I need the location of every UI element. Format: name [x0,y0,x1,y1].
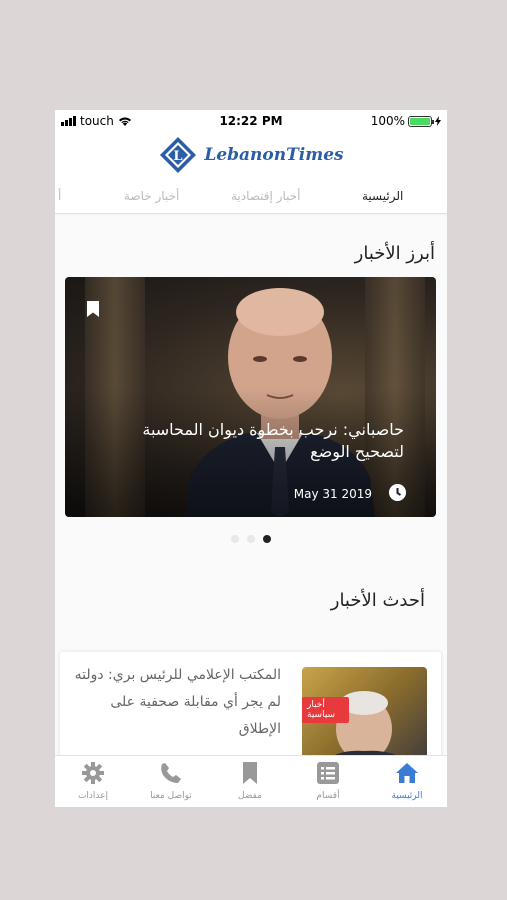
battery-icon [408,115,434,127]
featured-headline[interactable]: حاصباني: نرحب بخطوة ديوان المحاسبة لتصحي… [94,419,404,463]
phone-icon [161,763,181,783]
bookmark-icon [243,762,257,784]
nav-favorites-label: مفضل [238,791,262,801]
news-thumbnail[interactable]: أخبار سياسية [302,667,427,767]
tab-home[interactable]: الرئيسية [362,189,403,203]
nav-sections-label: أقسام [316,791,340,801]
status-right: 100% [371,114,441,128]
featured-date: May 31 2019 [293,487,372,501]
category-tabs: الرئيسية أخبار إقتصادية أخبار خاصة أ [55,180,447,214]
gear-icon [82,762,104,784]
logo-diamond-icon: L [160,137,197,173]
list-icon [317,762,339,784]
carousel-dots [55,535,447,543]
nav-settings[interactable]: إعدادات [63,761,123,801]
clock-icon [389,484,406,501]
nav-favorites[interactable]: مفضل [220,761,280,801]
news-card-text[interactable]: المكتب الإعلامي للرئيس بري: دولته لم يجر… [71,662,281,743]
battery-percent: 100% [370,114,405,128]
featured-slide[interactable]: حاصباني: نرحب بخطوة ديوان المحاسبة لتصحي… [65,277,436,517]
tab-economy[interactable]: أخبار إقتصادية [231,189,301,203]
nav-home[interactable]: الرئيسية [377,761,437,801]
carousel-dot-active[interactable] [263,535,271,543]
phone-screen: touch 12:22 PM 100% L LebanonTimes الرئي… [55,110,447,807]
svg-text:L: L [174,149,183,164]
status-bar: touch 12:22 PM 100% [55,110,447,132]
carousel-dot[interactable] [247,535,255,543]
charging-icon [435,116,441,126]
home-icon [396,763,418,783]
tab-exclusive[interactable]: أخبار خاصة [124,189,179,203]
logo-text: LebanonTimes [204,145,344,165]
tab-partial[interactable]: أ [58,189,61,203]
bottom-nav: الرئيسية أقسام مفضل تواصل معنا إعدادات [55,755,447,807]
nav-home-label: الرئيسية [391,791,423,801]
nav-contact-label: تواصل معنا [150,791,192,801]
featured-title: أبرز الأخبار [354,243,435,264]
nav-settings-label: إعدادات [77,791,109,801]
app-logo[interactable]: L LebanonTimes [55,134,447,176]
category-badge: أخبار سياسية [302,697,349,723]
nav-sections[interactable]: أقسام [298,761,358,801]
nav-contact[interactable]: تواصل معنا [141,761,201,801]
latest-title: أحدث الأخبار [330,590,425,611]
carousel-dot[interactable] [231,535,239,543]
